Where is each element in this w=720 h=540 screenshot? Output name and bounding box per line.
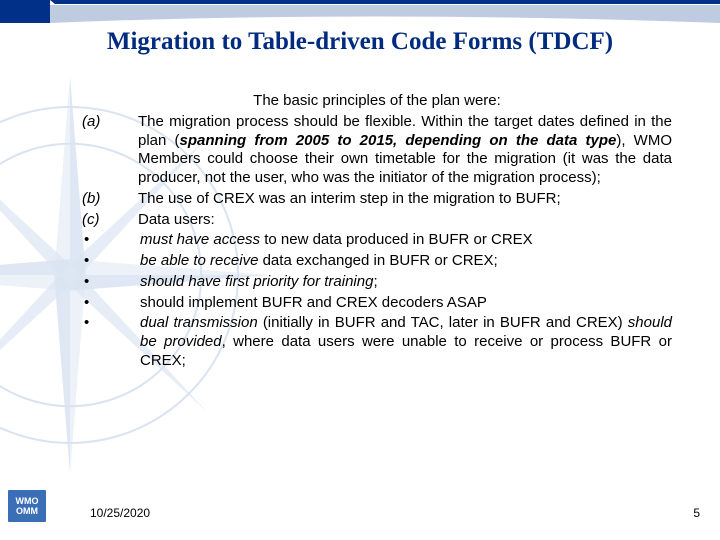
bullet-icon: • — [82, 314, 140, 370]
item-marker: (c) — [82, 211, 138, 230]
slide-title: Migration to Table-driven Code Forms (TD… — [0, 28, 720, 56]
bullet-row: • should have first priority for trainin… — [82, 273, 672, 292]
logo-line-2: OMM — [16, 506, 38, 516]
bullet-row: • should implement BUFR and CREX decoder… — [82, 294, 672, 313]
bullet-row: • be able to receive data exchanged in B… — [82, 252, 672, 271]
bullet-icon: • — [82, 273, 140, 292]
item-text: The use of CREX was an interim step in t… — [138, 190, 672, 209]
slide-body: The basic principles of the plan were: (… — [82, 92, 672, 373]
wmo-logo: WMO OMM — [8, 490, 46, 522]
item-c: (c) Data users: — [82, 211, 672, 230]
page-number: 5 — [693, 506, 700, 520]
logo-line-1: WMO — [16, 496, 39, 506]
item-a: (a) The migration process should be flex… — [82, 113, 672, 188]
item-marker: (b) — [82, 190, 138, 209]
item-text: Data users: — [138, 211, 672, 230]
bullet-row: • dual transmission (initially in BUFR a… — [82, 314, 672, 370]
intro-line: The basic principles of the plan were: — [82, 92, 672, 111]
bullet-icon: • — [82, 294, 140, 313]
footer-date: 10/25/2020 — [90, 506, 150, 520]
bullet-icon: • — [82, 231, 140, 250]
item-marker: (a) — [82, 113, 138, 188]
item-text: The migration process should be flexible… — [138, 113, 672, 188]
bullet-row: • must have access to new data produced … — [82, 231, 672, 250]
bullet-icon: • — [82, 252, 140, 271]
item-b: (b) The use of CREX was an interim step … — [82, 190, 672, 209]
